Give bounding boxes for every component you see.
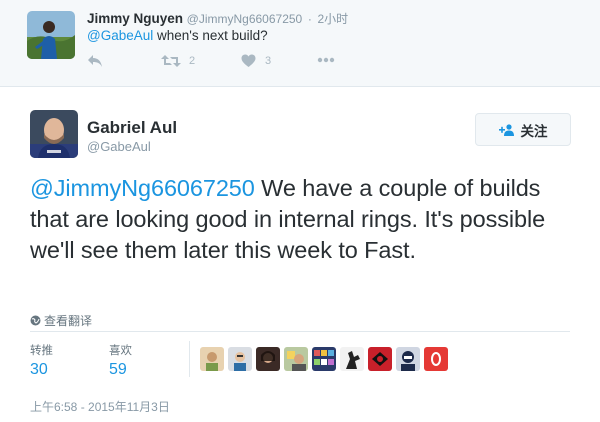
likes-count: 59	[109, 361, 127, 378]
user-avatar-gabriel[interactable]	[30, 110, 78, 158]
user-avatar-jimmy[interactable]	[27, 11, 75, 59]
liker-avatar-4[interactable]	[284, 347, 308, 371]
globe-icon	[30, 315, 41, 326]
liker-avatar-8[interactable]	[396, 347, 420, 371]
heart-icon	[241, 54, 256, 67]
likes-label: 喜欢	[109, 345, 132, 357]
follow-user-icon	[498, 123, 514, 136]
tweet-text: @JimmyNg66067250 We have a couple of bui…	[30, 173, 570, 266]
liker-avatar-6[interactable]	[340, 347, 364, 371]
liker-avatar-5[interactable]	[312, 347, 336, 371]
follow-label: 关注	[520, 123, 548, 139]
mention-link[interactable]: @JimmyNg66067250	[30, 175, 255, 201]
follow-button[interactable]: 关注	[475, 113, 571, 146]
parent-tweet[interactable]: Jimmy Nguyen @JimmyNg66067250 · 2小时 @Gab…	[0, 0, 600, 87]
retweets-stat[interactable]: 转推 30	[30, 342, 53, 379]
liker-avatar-1[interactable]	[200, 347, 224, 371]
author-handle[interactable]: @GabeAul	[87, 139, 151, 154]
main-tweet: Gabriel Aul @GabeAul 关注 @JimmyNg66067250…	[0, 88, 600, 422]
reply-icon	[88, 55, 102, 67]
reply-button[interactable]	[87, 54, 103, 68]
parent-tweet-header: Jimmy Nguyen @JimmyNg66067250 · 2小时	[87, 10, 348, 27]
liker-avatars	[200, 347, 452, 371]
likes-stat[interactable]: 喜欢 59	[109, 342, 132, 379]
retweet-button[interactable]: 2	[161, 54, 195, 68]
retweet-icon	[161, 55, 181, 67]
retweet-count: 2	[189, 55, 196, 67]
author-name[interactable]: Gabriel Aul	[87, 118, 177, 138]
more-icon	[317, 57, 335, 63]
liker-avatar-2[interactable]	[228, 347, 252, 371]
translate-label: 查看翻译	[44, 314, 93, 328]
tweet-timestamp[interactable]: 上午6:58 - 2015年11月3日	[30, 398, 170, 415]
more-button[interactable]	[317, 57, 335, 63]
like-button[interactable]: 3	[241, 54, 271, 68]
tweet-body: when's next build?	[153, 28, 268, 43]
divider	[189, 341, 190, 377]
divider	[30, 331, 570, 332]
liker-avatar-7[interactable]	[368, 347, 392, 371]
author-handle[interactable]: @JimmyNg66067250	[187, 12, 303, 26]
like-count: 3	[265, 55, 272, 67]
mention-link[interactable]: @GabeAul	[87, 28, 153, 43]
liker-avatar-9[interactable]	[424, 347, 448, 371]
liker-avatar-3[interactable]	[256, 347, 280, 371]
translate-link[interactable]: 查看翻译	[30, 312, 92, 329]
parent-tweet-text: @GabeAul when's next build?	[87, 28, 268, 43]
tweet-time[interactable]: 2小时	[317, 12, 348, 26]
retweets-label: 转推	[30, 345, 53, 357]
retweets-count: 30	[30, 361, 48, 378]
separator-dot: ·	[307, 12, 312, 26]
author-name[interactable]: Jimmy Nguyen	[87, 11, 183, 26]
